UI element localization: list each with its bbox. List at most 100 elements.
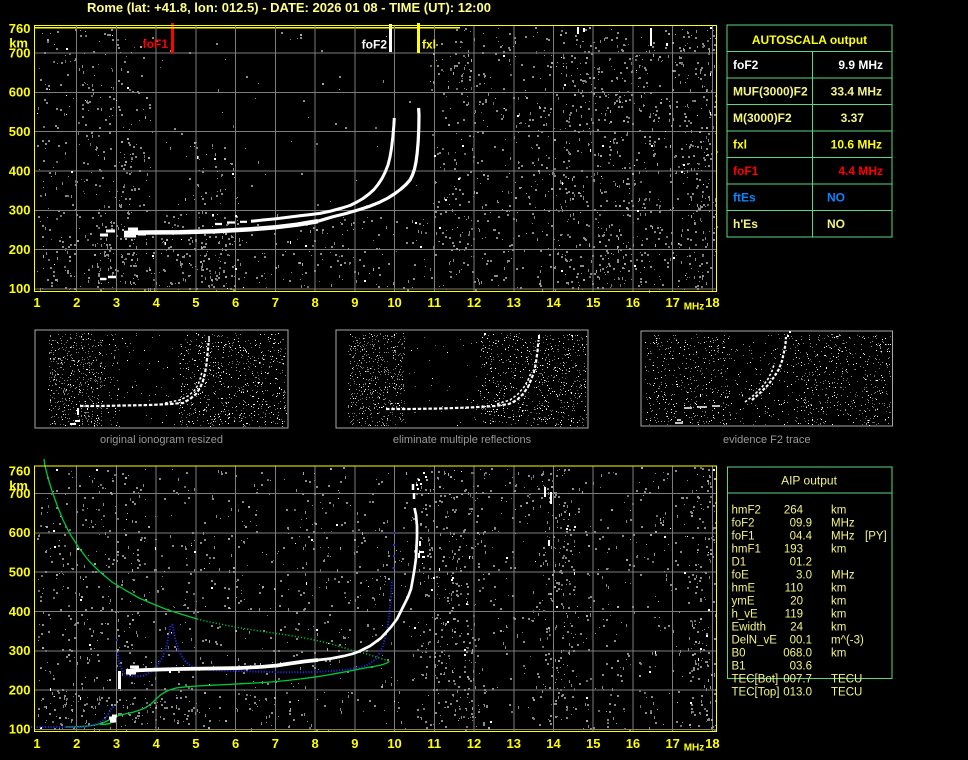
svg-text:AIP output: AIP output [781, 474, 837, 488]
svg-text:B1: B1 [732, 661, 746, 673]
svg-text:km: km [831, 622, 846, 634]
svg-text:7: 7 [272, 295, 279, 310]
svg-text:17: 17 [665, 736, 679, 751]
svg-text:TECU: TECU [831, 687, 862, 699]
svg-text:foF2: foF2 [733, 58, 759, 72]
svg-text:100: 100 [9, 281, 31, 296]
svg-text:MUF(3000)F2: MUF(3000)F2 [733, 85, 808, 99]
svg-text:4: 4 [153, 295, 161, 310]
svg-text:18: 18 [705, 736, 719, 751]
svg-text:500: 500 [9, 564, 31, 579]
svg-text:MHz: MHz [684, 743, 705, 754]
svg-text:10.6 MHz: 10.6 MHz [831, 138, 882, 152]
svg-text:119: 119 [785, 609, 803, 621]
svg-text:km: km [831, 505, 846, 517]
svg-text:400: 400 [9, 163, 31, 178]
svg-text:5: 5 [192, 736, 199, 751]
svg-text:11: 11 [427, 736, 441, 751]
svg-text:14: 14 [546, 736, 561, 751]
svg-text:15: 15 [586, 295, 600, 310]
svg-text:16: 16 [626, 736, 640, 751]
svg-text:3.0: 3.0 [796, 570, 812, 582]
svg-text:007.7: 007.7 [783, 674, 812, 686]
svg-text:D1: D1 [732, 557, 747, 569]
svg-text:600: 600 [9, 525, 31, 540]
svg-text:04.4: 04.4 [790, 531, 813, 543]
svg-text:013.0: 013.0 [783, 687, 812, 699]
svg-text:09.9: 09.9 [790, 518, 812, 530]
svg-text:foE: foE [732, 570, 750, 582]
svg-text:TECU: TECU [831, 674, 862, 686]
svg-text:ymE: ymE [732, 596, 755, 608]
svg-text:10: 10 [387, 736, 401, 751]
svg-text:km: km [831, 648, 846, 660]
svg-text:9: 9 [351, 736, 358, 751]
svg-text:3: 3 [113, 736, 120, 751]
svg-text:068.0: 068.0 [783, 648, 812, 660]
svg-text:3.37: 3.37 [841, 111, 865, 125]
svg-text:foF2: foF2 [732, 518, 755, 530]
svg-text:Rome (lat: +41.8, lon: 012.5): Rome (lat: +41.8, lon: 012.5) - DATE: 20… [87, 0, 491, 15]
svg-text:hmF2: hmF2 [732, 505, 761, 517]
svg-text:km: km [831, 583, 846, 595]
svg-text:200: 200 [9, 242, 31, 257]
svg-text:400: 400 [9, 604, 31, 619]
svg-text:foF1: foF1 [733, 164, 759, 178]
svg-text:foF1: foF1 [143, 37, 169, 51]
svg-text:[PY]: [PY] [865, 531, 887, 543]
svg-text:700: 700 [9, 486, 31, 501]
svg-text:MHz: MHz [831, 531, 855, 543]
svg-text:18: 18 [705, 295, 719, 310]
svg-text:4.4 MHz: 4.4 MHz [838, 164, 883, 178]
svg-text:foF2: foF2 [362, 38, 388, 52]
svg-text:fxl: fxl [422, 38, 436, 52]
svg-text:9: 9 [351, 295, 358, 310]
svg-text:24: 24 [790, 622, 803, 634]
svg-text:9.9 MHz: 9.9 MHz [838, 58, 883, 72]
svg-text:15: 15 [586, 736, 600, 751]
svg-text:600: 600 [9, 85, 31, 100]
svg-text:2: 2 [73, 295, 80, 310]
svg-text:evidence F2 trace: evidence F2 trace [723, 434, 810, 446]
svg-text:10: 10 [387, 295, 401, 310]
svg-text:1: 1 [33, 736, 40, 751]
svg-text:13: 13 [507, 295, 521, 310]
svg-text:M(3000)F2: M(3000)F2 [733, 111, 792, 125]
svg-text:eliminate multiple reflections: eliminate multiple reflections [393, 434, 532, 446]
svg-text:110: 110 [785, 583, 803, 595]
svg-text:7: 7 [272, 736, 279, 751]
svg-text:NO: NO [827, 191, 845, 205]
svg-text:2: 2 [73, 736, 80, 751]
svg-text:03.6: 03.6 [790, 661, 812, 673]
svg-text:original ionogram resized: original ionogram resized [100, 434, 223, 446]
svg-text:4: 4 [153, 736, 161, 751]
svg-text:MHz: MHz [684, 302, 705, 313]
svg-text:m^(-3): m^(-3) [831, 635, 864, 647]
svg-text:264: 264 [784, 505, 804, 517]
svg-text:6: 6 [232, 736, 239, 751]
svg-text:13: 13 [507, 736, 521, 751]
svg-text:3: 3 [113, 295, 120, 310]
svg-text:6: 6 [232, 295, 239, 310]
svg-text:00.1: 00.1 [790, 635, 812, 647]
svg-text:km: km [831, 609, 846, 621]
svg-text:km: km [831, 544, 846, 556]
svg-text:fxl: fxl [733, 138, 747, 152]
svg-text:760: 760 [9, 21, 31, 36]
svg-text:h_vE: h_vE [732, 609, 759, 621]
svg-text:193: 193 [784, 544, 803, 556]
svg-text:1: 1 [33, 295, 40, 310]
svg-text:14: 14 [546, 295, 561, 310]
svg-text:MHz: MHz [831, 518, 855, 530]
svg-text:ftEs: ftEs [733, 191, 756, 205]
svg-text:AUTOSCALA output: AUTOSCALA output [752, 33, 867, 47]
svg-text:12: 12 [467, 295, 481, 310]
svg-text:300: 300 [9, 643, 31, 658]
svg-text:20: 20 [790, 596, 803, 608]
svg-text:100: 100 [9, 722, 31, 737]
svg-text:760: 760 [9, 464, 31, 479]
svg-text:hmE: hmE [732, 583, 756, 595]
svg-text:8: 8 [311, 736, 318, 751]
svg-text:500: 500 [9, 124, 31, 139]
svg-text:300: 300 [9, 203, 31, 218]
